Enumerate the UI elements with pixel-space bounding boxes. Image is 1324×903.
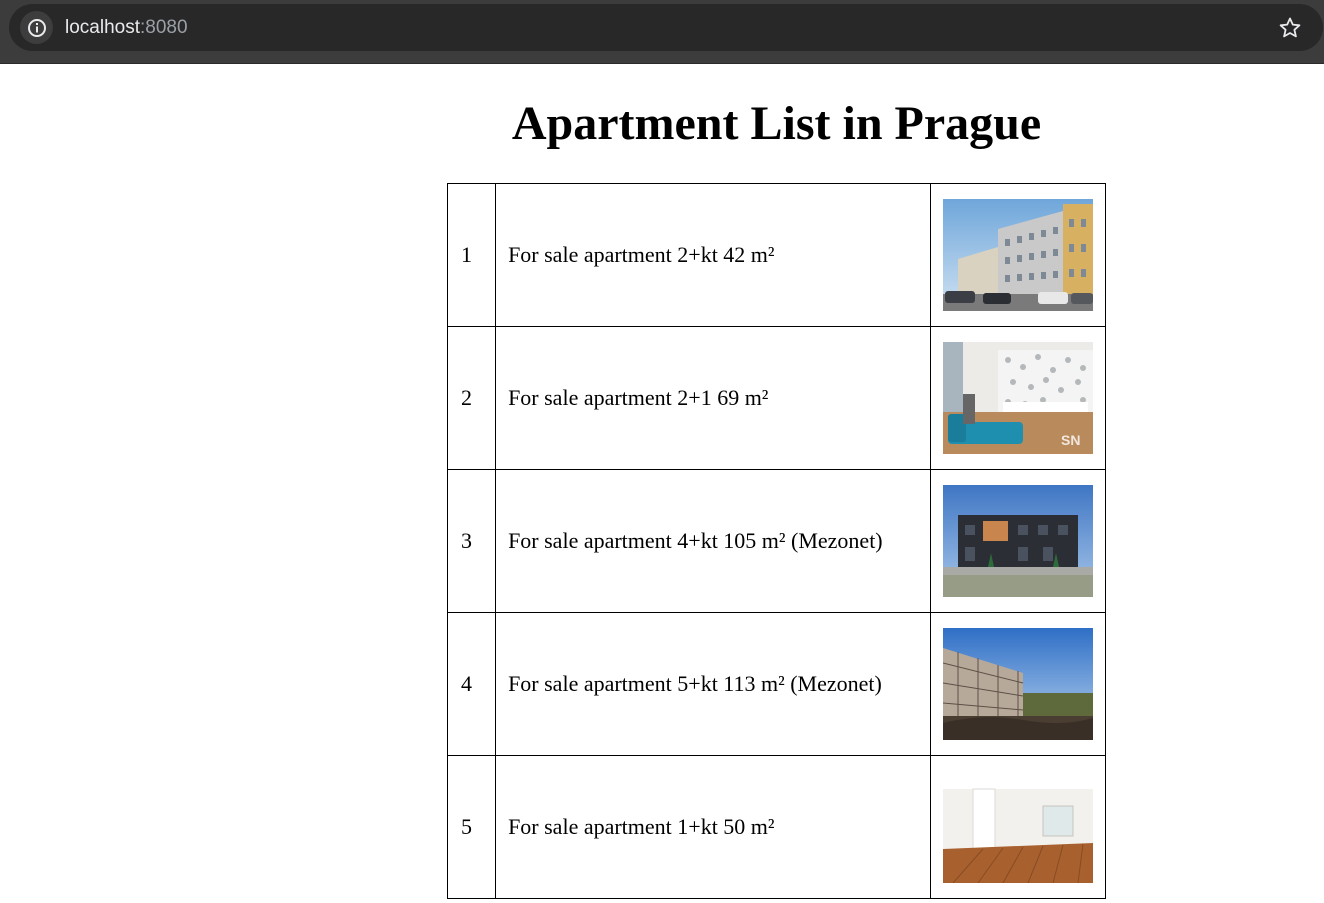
row-description: For sale apartment 1+kt 50 m² bbox=[495, 755, 931, 899]
apartment-photo bbox=[942, 485, 1093, 597]
row-index: 4 bbox=[446, 612, 497, 756]
apartment-photo bbox=[942, 771, 1093, 883]
page-content: Apartment List in Prague 1 For sale apar… bbox=[0, 64, 1324, 903]
browser-toolbar: localhost:8080 bbox=[0, 0, 1324, 64]
row-photo-cell: SN bbox=[929, 326, 1107, 470]
info-icon bbox=[27, 18, 46, 37]
svg-text:SN: SN bbox=[1061, 432, 1080, 448]
row-description: For sale apartment 2+1 69 m² bbox=[495, 326, 931, 470]
star-icon bbox=[1279, 17, 1301, 38]
apartment-photo bbox=[942, 628, 1093, 740]
row-description: For sale apartment 4+kt 105 m² (Mezonet) bbox=[495, 469, 931, 613]
table-row: 3 For sale apartment 4+kt 105 m² (Mezone… bbox=[446, 469, 1107, 613]
page-title: Apartment List in Prague bbox=[511, 97, 1042, 150]
row-photo-cell bbox=[929, 183, 1107, 327]
apartment-photo: SN bbox=[942, 342, 1093, 454]
table-row: 1 For sale apartment 2+kt 42 m² bbox=[446, 183, 1107, 327]
table-row: 2 For sale apartment 2+1 69 m² SN bbox=[446, 326, 1107, 470]
url-port: :8080 bbox=[140, 17, 188, 38]
url-text[interactable]: localhost:8080 bbox=[65, 4, 188, 51]
row-photo-cell bbox=[929, 755, 1107, 899]
row-description: For sale apartment 5+kt 113 m² (Mezonet) bbox=[495, 612, 931, 756]
site-info-button[interactable] bbox=[20, 11, 53, 44]
row-index: 5 bbox=[446, 755, 497, 899]
apartment-photo bbox=[942, 199, 1093, 311]
row-index: 2 bbox=[446, 326, 497, 470]
address-bar[interactable]: localhost:8080 bbox=[9, 4, 1323, 51]
row-index: 1 bbox=[446, 183, 497, 327]
row-index: 3 bbox=[446, 469, 497, 613]
bookmark-button[interactable] bbox=[1277, 16, 1303, 40]
row-photo-cell bbox=[929, 469, 1107, 613]
row-description: For sale apartment 2+kt 42 m² bbox=[495, 183, 931, 327]
apartment-table: 1 For sale apartment 2+kt 42 m² 2 For sa… bbox=[446, 183, 1107, 899]
row-photo-cell bbox=[929, 612, 1107, 756]
table-row: 5 For sale apartment 1+kt 50 m² bbox=[446, 755, 1107, 899]
table-row: 4 For sale apartment 5+kt 113 m² (Mezone… bbox=[446, 612, 1107, 756]
url-host: localhost bbox=[65, 17, 140, 38]
